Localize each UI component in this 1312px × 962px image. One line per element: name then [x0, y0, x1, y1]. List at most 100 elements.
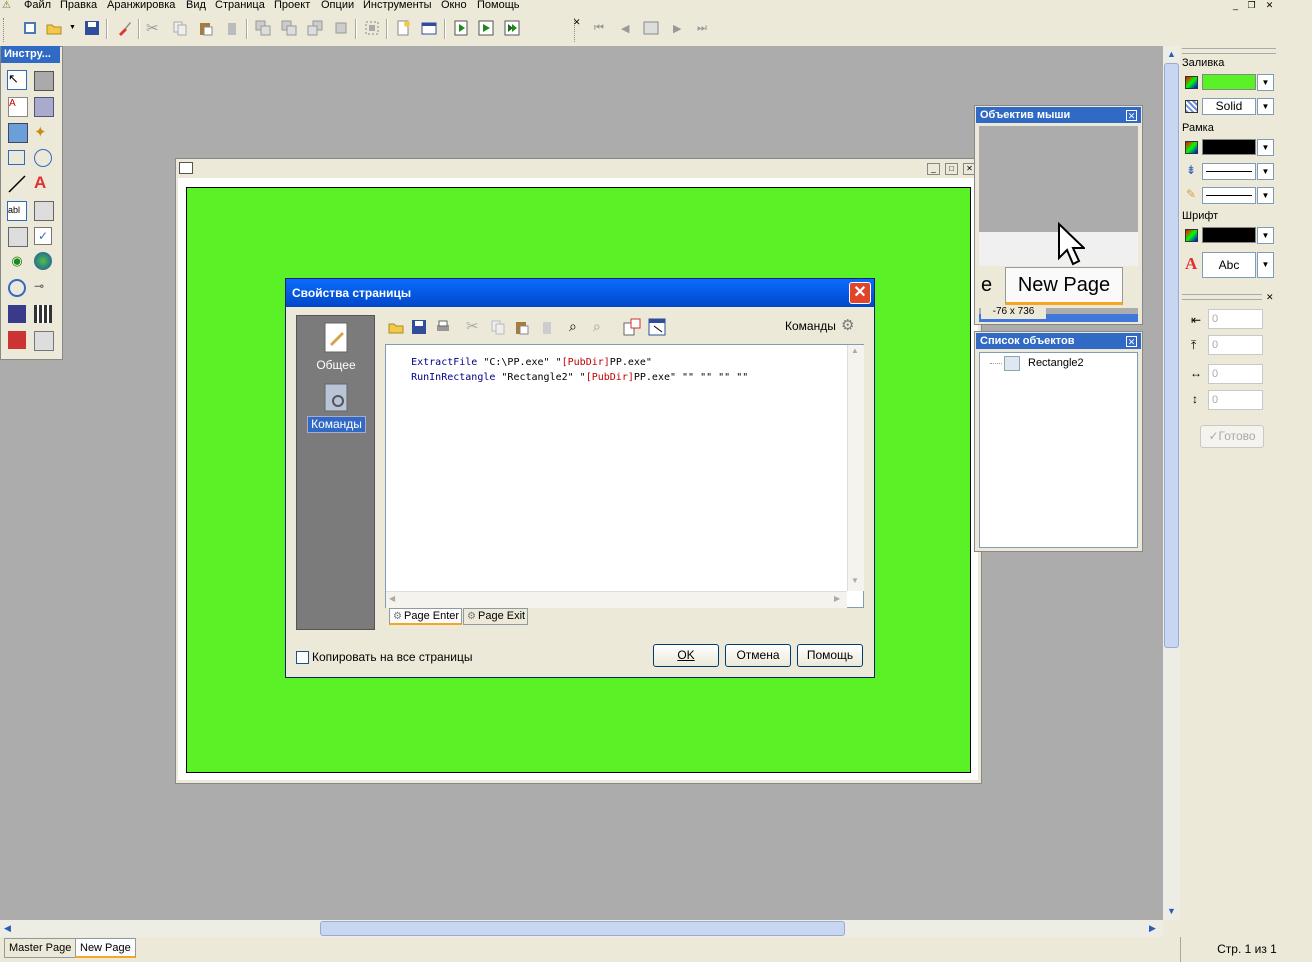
image-tool-icon[interactable] — [8, 123, 28, 143]
new-project-icon[interactable] — [22, 20, 38, 36]
grid-tool-icon[interactable] — [34, 331, 54, 351]
ok-button[interactable]: OK — [653, 644, 719, 667]
menu-arrange[interactable]: Аранжировка — [107, 0, 175, 11]
scroll-left-icon[interactable]: ◀ — [4, 923, 11, 934]
height-input[interactable]: 0 — [1208, 390, 1263, 410]
page-properties-icon[interactable] — [421, 20, 437, 36]
copy-all-pages-label[interactable]: Копировать на все страницы — [312, 650, 473, 664]
left-position-input[interactable]: 0 — [1208, 309, 1263, 329]
tab-new-page[interactable]: New Page — [75, 938, 136, 958]
slider-tool-icon[interactable]: ⊸ — [34, 279, 52, 297]
build-icon[interactable] — [504, 20, 520, 36]
border-color-icon[interactable] — [1185, 141, 1198, 154]
input-field-tool-icon[interactable]: abl — [7, 201, 27, 221]
object-list-close-icon[interactable]: ✕ — [1126, 336, 1137, 347]
border-width-select[interactable] — [1202, 163, 1256, 180]
richtext-tool-icon[interactable] — [34, 201, 54, 221]
menu-project[interactable]: Проект — [274, 0, 310, 11]
border-style-select[interactable] — [1202, 187, 1256, 204]
page-list-icon[interactable] — [643, 20, 659, 36]
list-item[interactable]: Rectangle2 — [1028, 357, 1084, 369]
open-dropdown-icon[interactable]: ▼ — [69, 24, 76, 31]
pdf-tool-icon[interactable] — [8, 331, 26, 349]
help-button[interactable]: Помощь — [797, 644, 863, 667]
cancel-button[interactable]: Отмена — [725, 644, 791, 667]
editor-hscrollbar[interactable]: ◀ ▶ — [386, 591, 847, 608]
open-script-icon[interactable] — [388, 319, 404, 335]
fill-style-dropdown-icon[interactable]: ▼ — [1257, 98, 1274, 115]
save-script-icon[interactable] — [411, 319, 427, 335]
editor-vscrollbar[interactable]: ▲ ▼ — [847, 345, 864, 591]
tab-page-exit[interactable]: ⚙ Page Exit — [463, 608, 528, 625]
top-position-input[interactable]: 0 — [1208, 335, 1263, 355]
checkbox-tool-icon[interactable]: ✓ — [34, 227, 52, 245]
scroll-left-icon[interactable]: ◀ — [389, 594, 395, 603]
toolbar-grip[interactable] — [3, 18, 7, 42]
fill-style-select[interactable]: Solid — [1202, 98, 1256, 115]
select-tool-icon[interactable]: ↖ — [7, 70, 27, 90]
hscroll-thumb[interactable] — [320, 921, 845, 936]
paste-icon[interactable] — [198, 20, 214, 36]
previous-page-icon[interactable]: ◀ — [621, 22, 629, 35]
tab-master-page[interactable]: Master Page — [4, 938, 77, 958]
copy-icon[interactable] — [172, 20, 188, 36]
font-color-icon[interactable] — [1185, 229, 1198, 242]
app-icon[interactable]: ⚠ — [2, 0, 11, 11]
font-color-swatch[interactable] — [1202, 227, 1256, 243]
dialog-close-button[interactable]: ✕ — [849, 282, 871, 304]
scroll-down-icon[interactable]: ▼ — [851, 576, 859, 585]
menu-edit[interactable]: Правка — [60, 0, 97, 11]
scroll-down-icon[interactable]: ▼ — [1167, 906, 1176, 916]
listbox-tool-icon[interactable] — [8, 227, 28, 247]
open-icon[interactable] — [46, 20, 62, 36]
font-sample[interactable]: Abc — [1202, 252, 1256, 278]
workspace-hscrollbar[interactable]: ◀ ▶ — [0, 920, 1163, 937]
cut-script-icon[interactable]: ✂ — [466, 317, 479, 335]
tab-page-enter[interactable]: ⚙ Page Enter — [389, 608, 462, 625]
sidebar-item-commands[interactable]: Команды — [307, 416, 366, 433]
text-tool-icon[interactable]: A — [8, 97, 28, 117]
video-tool-icon[interactable] — [34, 305, 52, 323]
workspace-vscrollbar[interactable]: ▲ ▼ — [1163, 46, 1180, 920]
group-icon[interactable] — [364, 20, 380, 36]
minimize-icon[interactable]: _ — [1229, 0, 1242, 11]
page-minimize-icon[interactable]: _ — [927, 163, 940, 175]
flash-tool-icon[interactable] — [8, 305, 26, 323]
plugin-tool-icon[interactable]: ✦ — [34, 123, 52, 141]
save-icon[interactable] — [84, 20, 100, 36]
radio-tool-icon[interactable]: ◉ — [8, 253, 26, 271]
first-page-icon[interactable]: ⏮ — [594, 22, 604, 35]
next-page-icon[interactable]: ▶ — [673, 22, 681, 35]
menu-help[interactable]: Помощь — [477, 0, 520, 11]
brush-icon[interactable] — [116, 20, 132, 36]
commands-page-icon[interactable] — [324, 383, 350, 413]
menu-view[interactable]: Вид — [186, 0, 206, 11]
mouse-lens-close-icon[interactable]: ✕ — [1126, 110, 1137, 121]
forward-icon[interactable] — [281, 20, 297, 36]
web-tool-icon[interactable] — [34, 252, 52, 270]
bring-front-icon[interactable] — [255, 20, 271, 36]
send-back-icon[interactable] — [333, 20, 349, 36]
page-new-icon[interactable] — [395, 20, 411, 36]
page-maximize-icon[interactable]: □ — [945, 163, 958, 175]
paste-script-icon[interactable] — [514, 319, 530, 335]
rectangle-frame-tool-icon[interactable] — [34, 71, 54, 91]
toolbar-2-close[interactable]: ✕ — [573, 17, 581, 28]
menu-file[interactable]: Файл — [24, 0, 51, 11]
cut-icon[interactable]: ✂ — [146, 19, 159, 37]
font-dropdown-icon[interactable]: ▼ — [1257, 252, 1274, 278]
paragraph-tool-icon[interactable]: A — [34, 174, 52, 192]
object-tool-icon[interactable] — [34, 97, 54, 117]
script-editor[interactable]: ExtractFile "C:\PP.exe" "[PubDir]PP.exe"… — [385, 344, 864, 608]
scroll-right-icon[interactable]: ▶ — [834, 594, 840, 603]
panel-grip[interactable] — [1182, 294, 1262, 300]
fill-color-icon[interactable] — [1185, 76, 1198, 89]
border-style-dropdown-icon[interactable]: ▼ — [1257, 187, 1274, 204]
border-color-dropdown-icon[interactable]: ▼ — [1257, 139, 1274, 156]
position-panel-close-icon[interactable]: ✕ — [1266, 292, 1274, 303]
scroll-up-icon[interactable]: ▲ — [1167, 49, 1176, 59]
panel-grip[interactable] — [1182, 48, 1276, 54]
fill-color-swatch[interactable] — [1202, 74, 1256, 90]
backward-icon[interactable] — [307, 20, 323, 36]
find-replace-icon[interactable]: ⌕ — [593, 318, 601, 335]
